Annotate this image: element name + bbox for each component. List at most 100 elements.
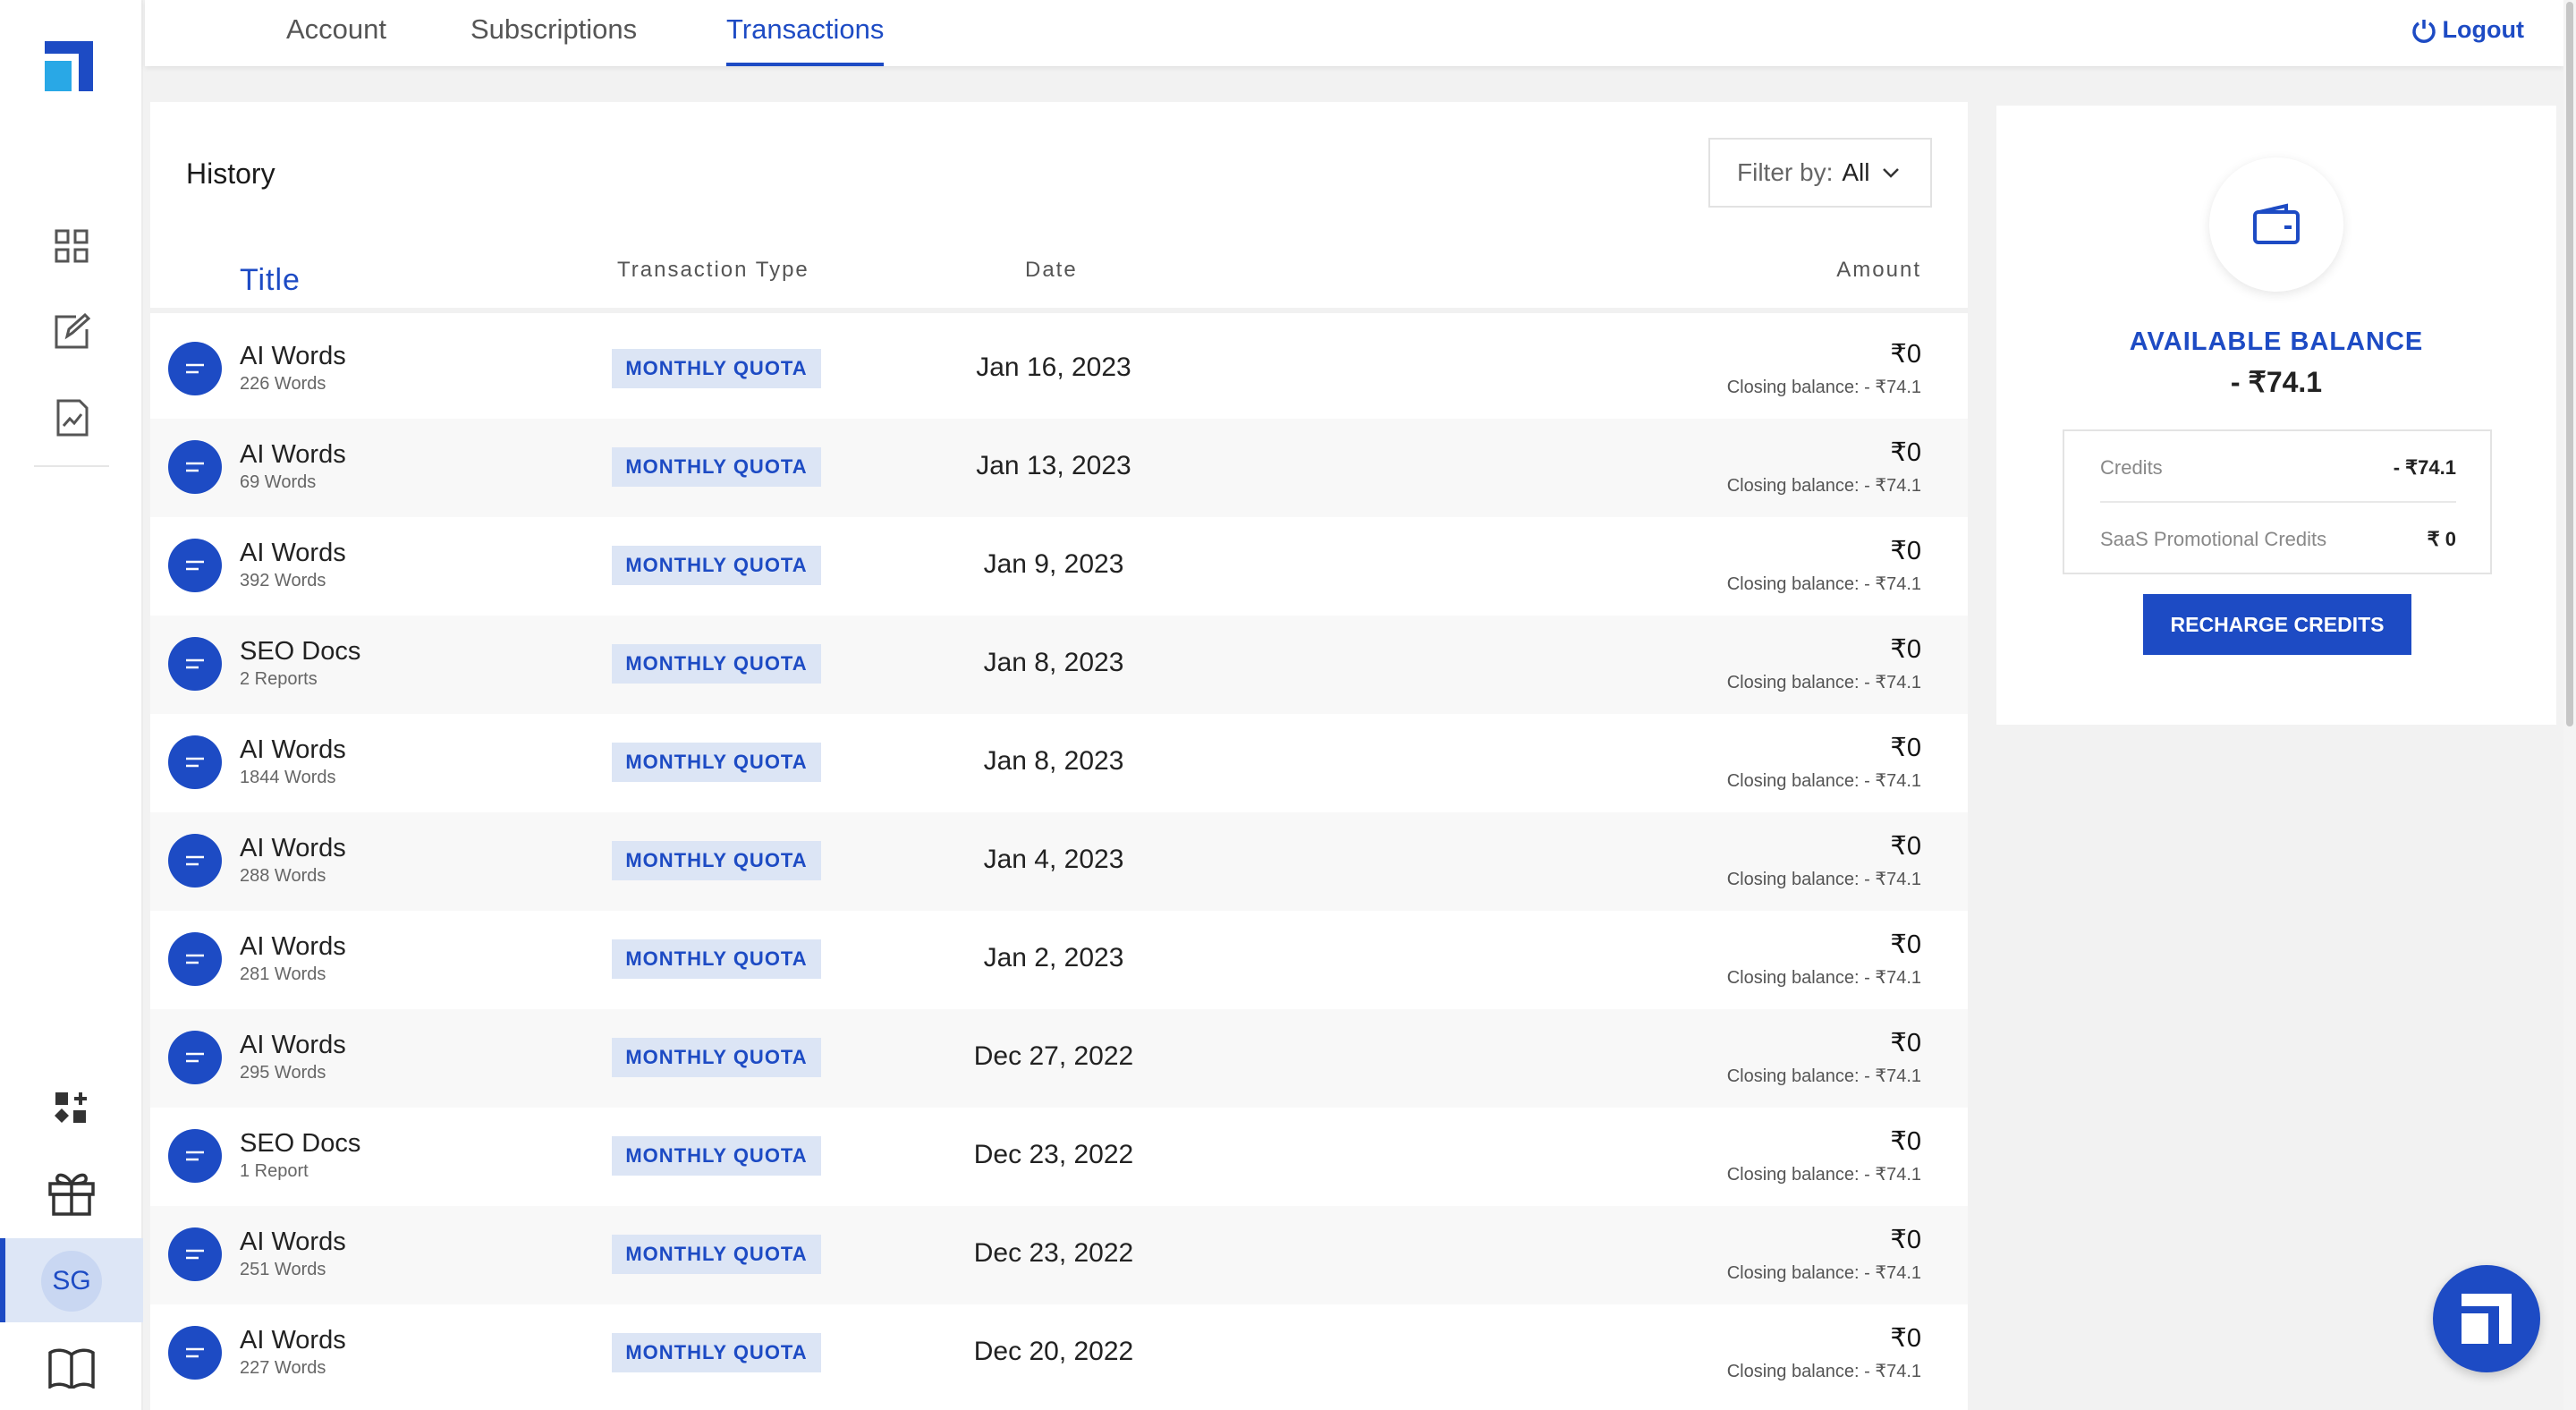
chat-launcher-button[interactable]	[2433, 1265, 2540, 1372]
row-subtitle: 288 Words	[240, 866, 326, 886]
row-date: Jan 13, 2023	[976, 451, 1131, 480]
row-amount: ₹0	[1890, 438, 1921, 467]
gift-icon[interactable]	[0, 1154, 143, 1231]
logout-button[interactable]: Logout	[2411, 16, 2524, 44]
recharge-credits-button[interactable]: RECHARGE CREDITS	[2143, 594, 2411, 655]
row-date: Jan 8, 2023	[983, 648, 1124, 677]
chevron-down-icon	[1883, 168, 1900, 178]
sidebar: SG	[0, 0, 143, 1410]
row-amount: ₹0	[1890, 832, 1921, 861]
column-header-title[interactable]: Title	[240, 263, 301, 298]
logout-label: Logout	[2442, 16, 2524, 43]
table-row[interactable]: AI Words 251 Words MONTHLY QUOTA Dec 23, 20…	[150, 1206, 1968, 1304]
transaction-type-badge: MONTHLY QUOTA	[612, 447, 821, 487]
row-date: Dec 20, 2022	[973, 1337, 1134, 1366]
row-date: Dec 27, 2022	[973, 1041, 1134, 1071]
active-indicator	[0, 1238, 5, 1322]
dashboard-grid-icon[interactable]	[0, 208, 143, 285]
column-header-amount: Amount	[1836, 258, 1921, 282]
transaction-icon	[168, 1326, 222, 1380]
power-icon	[2411, 19, 2436, 43]
row-amount: ₹0	[1890, 734, 1921, 762]
row-title: SEO Docs	[240, 1129, 361, 1158]
transaction-icon	[168, 637, 222, 691]
row-amount: ₹0	[1890, 537, 1921, 565]
row-title: AI Words	[240, 834, 346, 862]
history-card: History Filter by: All Title Transaction…	[150, 102, 1968, 1410]
edit-document-icon[interactable]	[0, 293, 143, 370]
table-row[interactable]: AI Words 295 Words MONTHLY QUOTA Dec 27, 20…	[150, 1009, 1968, 1108]
credits-row: Credits - ₹74.1	[2100, 456, 2456, 480]
table-row[interactable]: AI Words 227 Words MONTHLY QUOTA Dec 20, 20…	[150, 1304, 1968, 1403]
transaction-type-badge: MONTHLY QUOTA	[612, 644, 821, 684]
tab-subscriptions[interactable]: Subscriptions	[470, 0, 637, 66]
row-subtitle: 281 Words	[240, 964, 326, 984]
row-title: AI Words	[240, 440, 346, 469]
transaction-type-badge: MONTHLY QUOTA	[612, 1333, 821, 1372]
table-row[interactable]: AI Words 69 Words MONTHLY QUOTA Jan 13, 202…	[150, 419, 1968, 517]
transaction-type-badge: MONTHLY QUOTA	[612, 841, 821, 880]
table-row[interactable]: SEO Docs 2 Reports MONTHLY QUOTA Jan 8, 202…	[150, 616, 1968, 714]
book-icon[interactable]	[0, 1329, 143, 1406]
analytics-chart-icon[interactable]	[0, 379, 143, 456]
transaction-type-badge: MONTHLY QUOTA	[612, 743, 821, 782]
available-balance-label: AVAILABLE BALANCE	[2129, 327, 2424, 356]
avatar[interactable]: SG	[41, 1251, 102, 1312]
table-row[interactable]: AI Words 226 Words MONTHLY QUOTA Jan 16, 20…	[150, 320, 1968, 419]
row-date: Dec 23, 2022	[973, 1140, 1134, 1169]
transaction-type-badge: MONTHLY QUOTA	[612, 1235, 821, 1274]
row-subtitle: 251 Words	[240, 1260, 326, 1279]
row-closing-balance: Closing balance: - ₹74.1	[1726, 771, 1921, 791]
add-widget-icon[interactable]	[0, 1070, 143, 1147]
row-closing-balance: Closing balance: - ₹74.1	[1726, 1066, 1921, 1086]
row-subtitle: 226 Words	[240, 374, 326, 394]
user-profile-row[interactable]: SG	[0, 1238, 143, 1322]
row-title: AI Words	[240, 539, 346, 567]
row-date: Jan 8, 2023	[983, 746, 1124, 776]
row-date: Jan 9, 2023	[983, 549, 1124, 579]
top-navigation: Account Subscriptions Transactions Logou…	[145, 0, 2563, 66]
transaction-type-badge: MONTHLY QUOTA	[612, 1038, 821, 1077]
row-subtitle: 227 Words	[240, 1358, 326, 1378]
row-title: AI Words	[240, 342, 346, 370]
row-closing-balance: Closing balance: - ₹74.1	[1726, 476, 1921, 496]
balance-card: AVAILABLE BALANCE - ₹74.1 Credits - ₹74.…	[1996, 106, 2556, 725]
brand-logo-icon[interactable]	[45, 41, 93, 91]
row-date: Dec 23, 2022	[973, 1238, 1134, 1268]
row-date: Jan 4, 2023	[983, 845, 1124, 874]
tab-account[interactable]: Account	[286, 0, 386, 66]
row-title: AI Words	[240, 735, 346, 764]
row-amount: ₹0	[1890, 340, 1921, 369]
row-title: AI Words	[240, 1031, 346, 1059]
transaction-icon	[168, 342, 222, 395]
tab-transactions[interactable]: Transactions	[726, 0, 885, 66]
transaction-type-badge: MONTHLY QUOTA	[612, 1136, 821, 1176]
transaction-icon	[168, 735, 222, 789]
row-closing-balance: Closing balance: - ₹74.1	[1726, 1362, 1921, 1381]
row-amount: ₹0	[1890, 1029, 1921, 1058]
row-subtitle: 1844 Words	[240, 768, 336, 787]
table-row[interactable]: AI Words 288 Words MONTHLY QUOTA Jan 4, 202…	[150, 812, 1968, 911]
row-closing-balance: Closing balance: - ₹74.1	[1726, 968, 1921, 988]
transaction-icon	[168, 834, 222, 888]
table-row[interactable]: AI Words 1844 Words MONTHLY QUOTA Jan 8, 20…	[150, 714, 1968, 812]
row-title: AI Words	[240, 1326, 346, 1355]
table-row[interactable]: SEO Docs 1 Report MONTHLY QUOTA Dec 23, 202…	[150, 1108, 1968, 1206]
row-amount: ₹0	[1890, 1127, 1921, 1156]
history-title: History	[186, 157, 275, 190]
transaction-type-badge: MONTHLY QUOTA	[612, 939, 821, 979]
table-row[interactable]: AI Words 281 Words MONTHLY QUOTA Jan 2, 202…	[150, 911, 1968, 1009]
row-amount: ₹0	[1890, 1226, 1921, 1254]
filter-dropdown[interactable]: Filter by: All	[1708, 138, 1932, 208]
row-closing-balance: Closing balance: - ₹74.1	[1726, 378, 1921, 397]
scrollbar-thumb[interactable]	[2566, 2, 2573, 726]
transaction-type-badge: MONTHLY QUOTA	[612, 349, 821, 388]
row-title: AI Words	[240, 932, 346, 961]
page-scrollbar[interactable]	[2563, 0, 2576, 1410]
promo-credits-label: SaaS Promotional Credits	[2100, 528, 2327, 550]
table-row[interactable]: AI Words 392 Words MONTHLY QUOTA Jan 9, 202…	[150, 517, 1968, 616]
transaction-icon	[168, 539, 222, 592]
transaction-icon	[168, 440, 222, 494]
table-header-divider	[150, 308, 1968, 313]
transaction-icon	[168, 932, 222, 986]
